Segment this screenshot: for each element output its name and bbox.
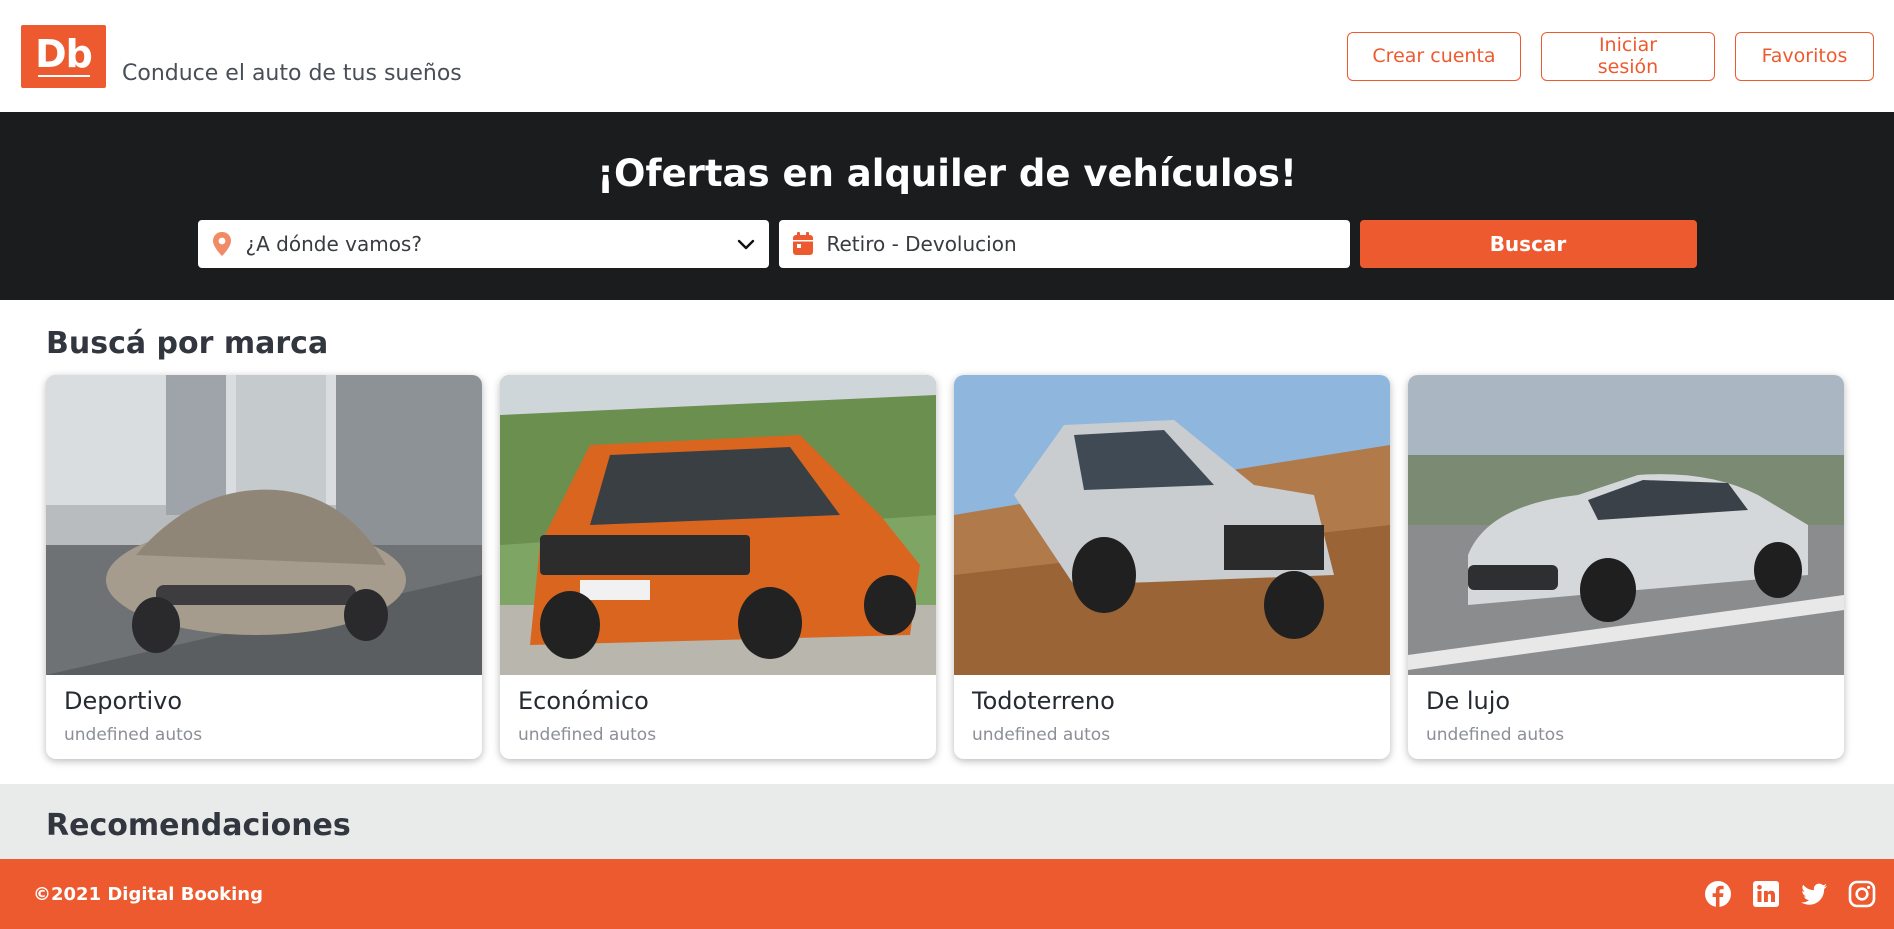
dates-placeholder: Retiro - Devolucion — [826, 232, 1017, 256]
location-pin-icon — [210, 232, 234, 256]
card-subtitle: undefined autos — [518, 725, 657, 745]
tagline: Conduce el auto de tus sueños — [122, 60, 462, 86]
luxury-car-image — [1408, 375, 1844, 675]
card-body: Económico undefined autos — [500, 675, 936, 757]
card-title: De lujo — [1426, 687, 1511, 715]
recommendations-title: Recomendaciones — [46, 808, 351, 843]
recommendations-section: Recomendaciones — [0, 784, 1894, 859]
page: Db Conduce el auto de tus sueños Crear c… — [0, 0, 1894, 929]
card-body: Todoterreno undefined autos — [954, 675, 1390, 757]
facebook-icon[interactable] — [1704, 880, 1732, 908]
calendar-icon — [791, 232, 815, 256]
footer: ©2021 Digital Booking — [0, 859, 1894, 929]
create-account-button[interactable]: Crear cuenta — [1347, 31, 1521, 81]
linkedin-icon[interactable] — [1752, 880, 1780, 908]
card-title: Deportivo — [64, 687, 182, 715]
card-title: Económico — [518, 687, 649, 715]
card-body: Deportivo undefined autos — [46, 675, 482, 757]
logo[interactable]: Db — [21, 24, 106, 88]
card-subtitle: undefined autos — [64, 725, 203, 745]
dates-field[interactable]: Retiro - Devolucion — [778, 220, 1350, 268]
favorites-button[interactable]: Favoritos — [1735, 31, 1874, 81]
chevron-down-icon[interactable] — [735, 233, 757, 255]
logo-text: Db — [35, 32, 93, 76]
categories-title: Buscá por marca — [46, 326, 329, 361]
category-card[interactable]: Deportivo undefined autos — [46, 375, 482, 759]
search-button[interactable]: Buscar — [1359, 220, 1697, 268]
card-subtitle: undefined autos — [1426, 725, 1565, 745]
category-cards: Deportivo undefined autos Económico unde… — [46, 375, 1848, 759]
category-card[interactable]: Económico undefined autos — [500, 375, 936, 759]
search-section: ¡Ofertas en alquiler de vehículos! ¿A dó… — [0, 112, 1894, 300]
instagram-icon[interactable] — [1848, 880, 1876, 908]
header: Db Conduce el auto de tus sueños Crear c… — [0, 0, 1894, 112]
location-select[interactable]: ¿A dónde vamos? — [197, 220, 769, 268]
offroad-truck-image — [954, 375, 1390, 675]
copyright: ©2021 Digital Booking — [33, 883, 264, 905]
search-title: ¡Ofertas en alquiler de vehículos! — [597, 152, 1297, 195]
twitter-icon[interactable] — [1800, 880, 1828, 908]
card-body: De lujo undefined autos — [1408, 675, 1844, 757]
sport-car-image — [46, 375, 482, 675]
category-card[interactable]: De lujo undefined autos — [1408, 375, 1844, 759]
categories-section: Buscá por marca Deportivo undefined auto… — [0, 300, 1894, 784]
search-form: ¿A dónde vamos? Retiro - Devolucion Busc… — [197, 220, 1697, 268]
card-title: Todoterreno — [972, 687, 1115, 715]
header-nav: Crear cuenta Iniciar sesión Favoritos — [1347, 31, 1874, 81]
social-links — [1704, 880, 1876, 908]
brand: Db Conduce el auto de tus sueños — [21, 24, 462, 88]
login-button[interactable]: Iniciar sesión — [1541, 31, 1715, 81]
category-card[interactable]: Todoterreno undefined autos — [954, 375, 1390, 759]
logo-underline — [37, 75, 90, 77]
economy-car-image — [500, 375, 936, 675]
location-placeholder: ¿A dónde vamos? — [245, 232, 422, 256]
card-subtitle: undefined autos — [972, 725, 1111, 745]
